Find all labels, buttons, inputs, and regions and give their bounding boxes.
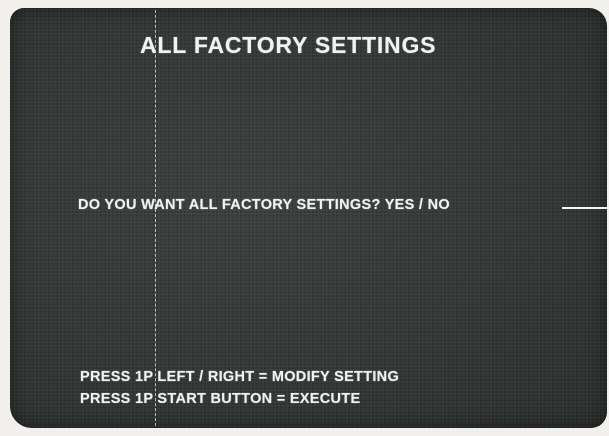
page-title: ALL FACTORY SETTINGS — [140, 32, 437, 58]
pointer-line — [562, 207, 609, 209]
screenshot-photo: ALL FACTORY SETTINGS DO YOU WANT ALL FAC… — [0, 0, 609, 436]
instruction-execute: PRESS 1P START BUTTON = EXECUTE — [80, 391, 361, 407]
instruction-modify: PRESS 1P LEFT / RIGHT = MODIFY SETTING — [80, 369, 400, 385]
prompt-question: DO YOU WANT ALL FACTORY SETTINGS? — [78, 197, 381, 213]
crt-screen — [10, 8, 607, 428]
guide-line — [155, 0, 156, 436]
yes-no-option[interactable]: YES / NO — [385, 197, 450, 213]
factory-reset-prompt: DO YOU WANT ALL FACTORY SETTINGS? YES / … — [78, 198, 450, 213]
